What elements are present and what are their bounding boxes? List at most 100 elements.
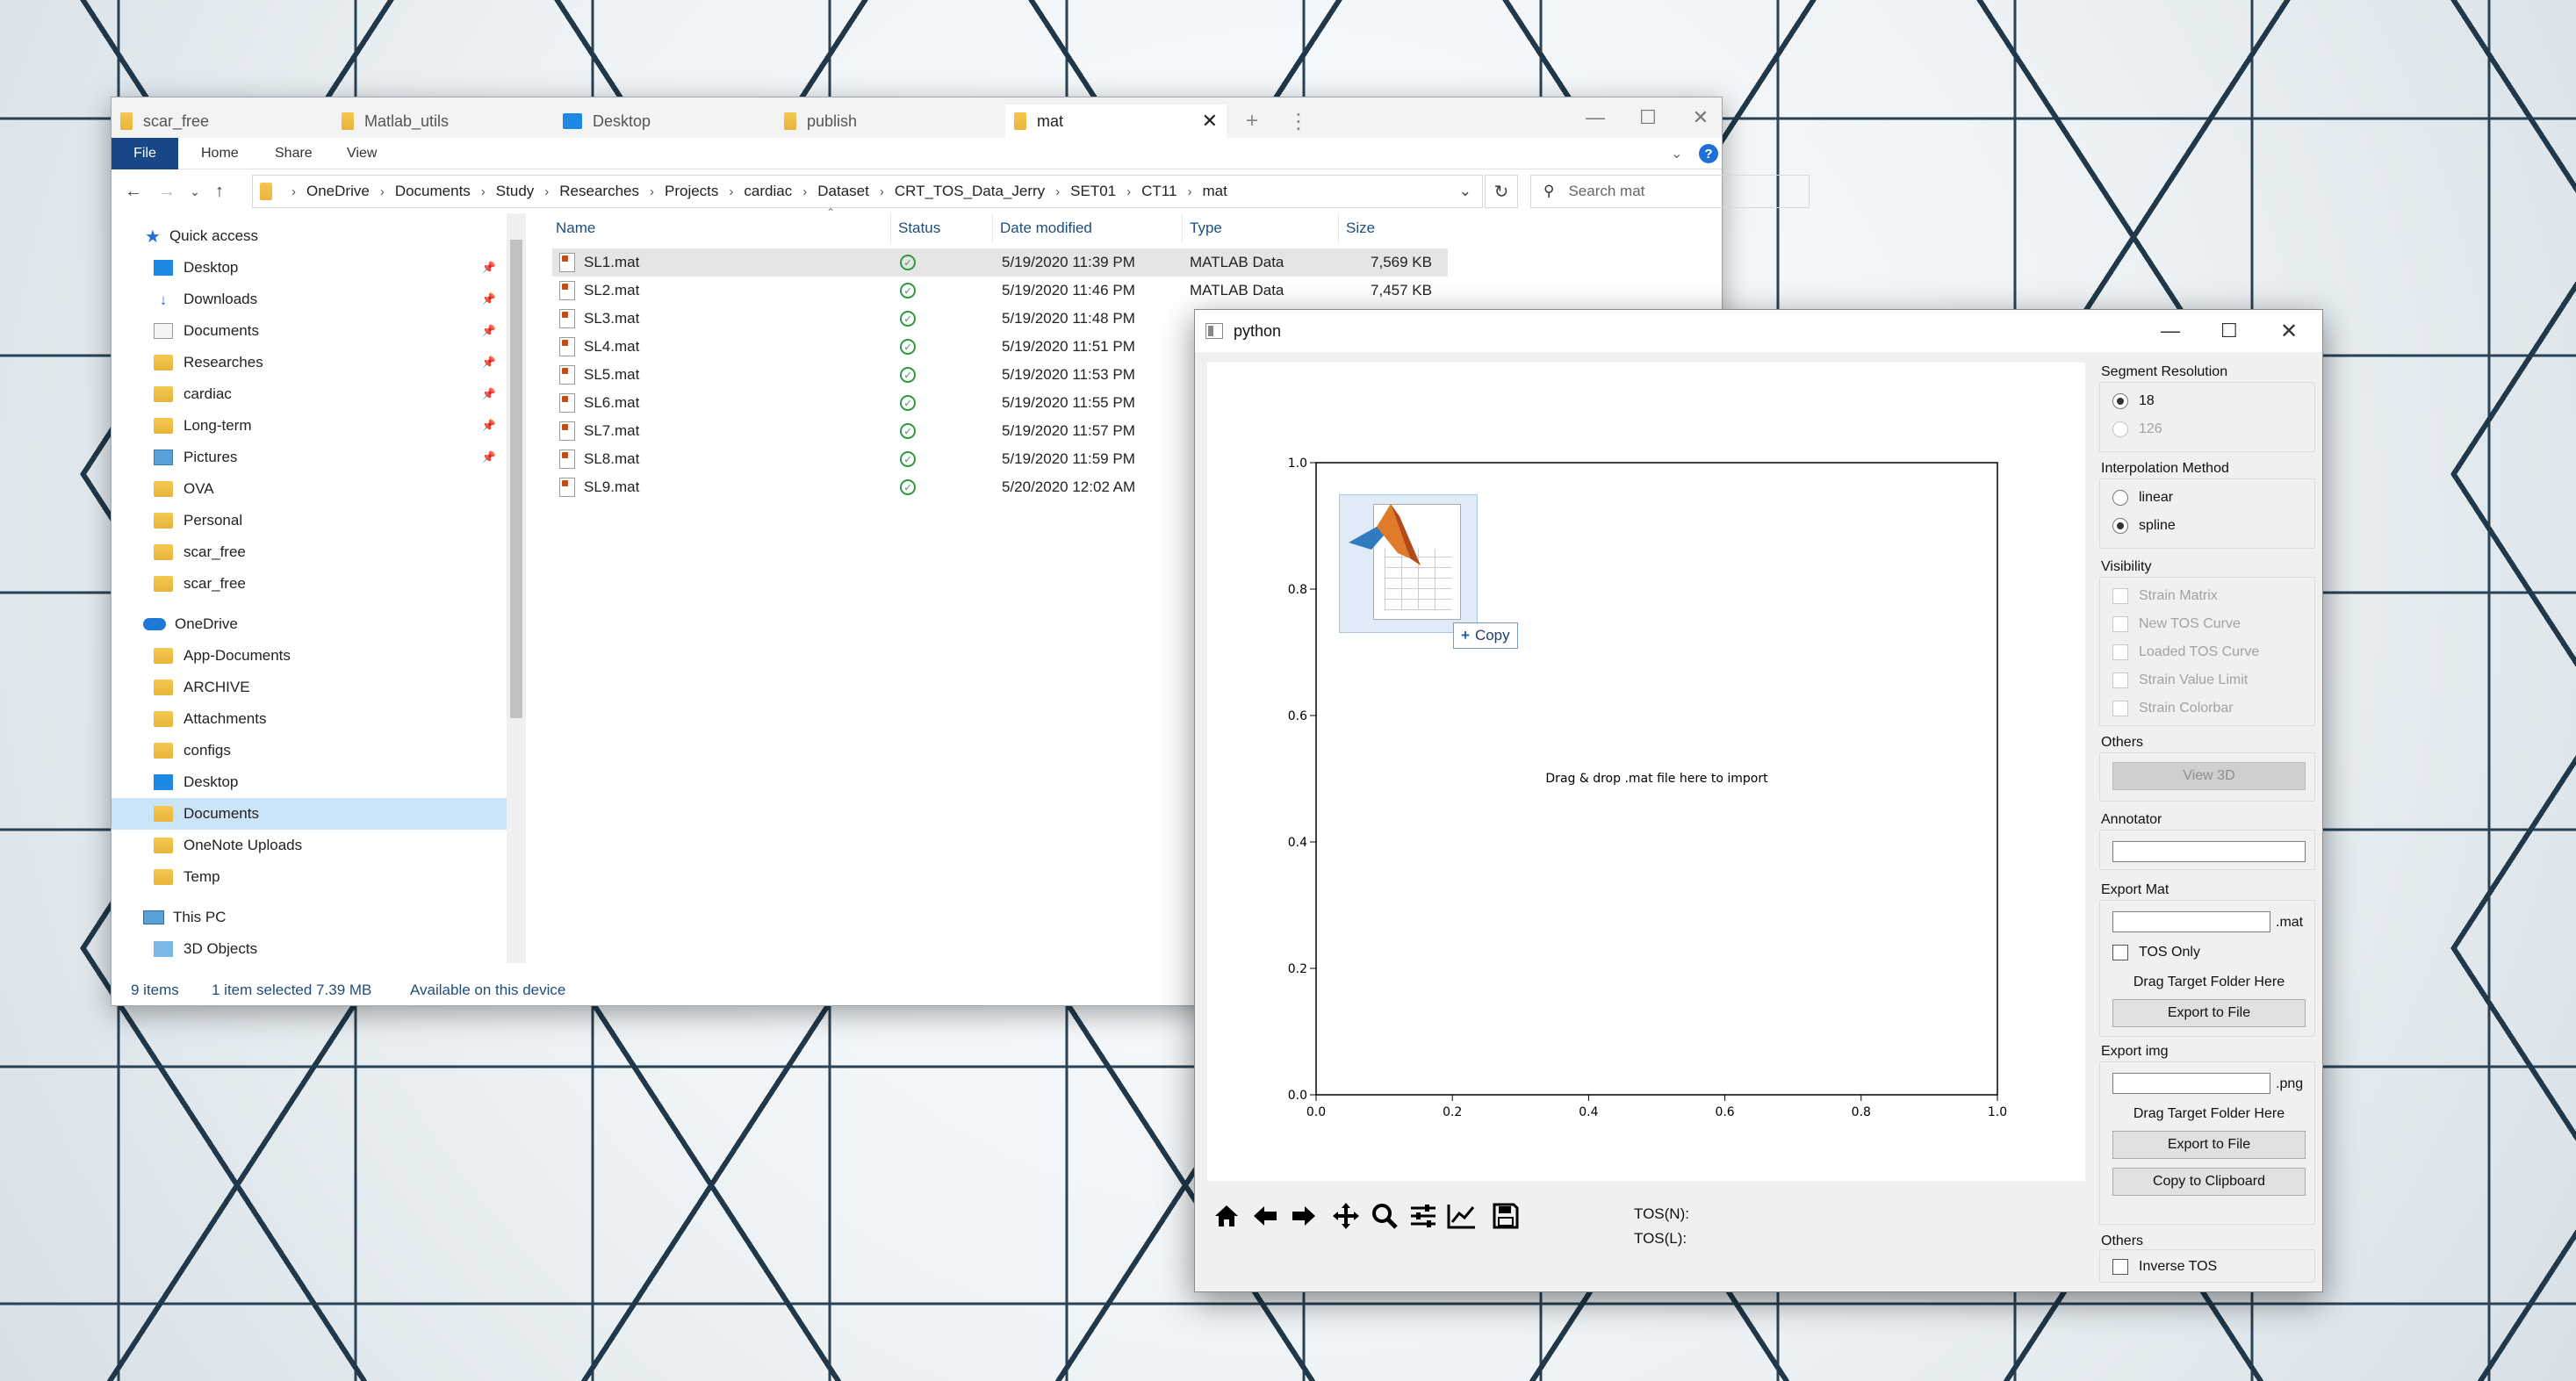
nav-temp[interactable]: Temp <box>112 861 507 893</box>
home-icon[interactable] <box>1207 1197 1246 1235</box>
breadcrumb-item[interactable]: Projects <box>665 183 718 200</box>
minimize-button[interactable]: — <box>2161 320 2180 342</box>
export-img-button[interactable]: Export to File <box>2112 1131 2306 1159</box>
spline-radio[interactable]: spline <box>2112 518 2176 534</box>
nav-documents[interactable]: Documents 📌 <box>112 315 507 347</box>
radio-button[interactable] <box>2112 421 2128 437</box>
minimize-button[interactable]: — <box>1569 101 1622 134</box>
recent-locations-icon[interactable]: ⌄ <box>182 178 208 205</box>
nav-cardiac[interactable]: cardiac 📌 <box>112 378 507 410</box>
breadcrumb-item[interactable]: mat <box>1202 183 1227 200</box>
radio-button[interactable] <box>2112 393 2128 409</box>
nav-onedrive-desktop[interactable]: Desktop <box>112 766 507 798</box>
zoom-icon[interactable] <box>1365 1197 1404 1235</box>
export-mat-filename-input[interactable] <box>2112 911 2270 932</box>
checkbox[interactable] <box>2112 673 2128 688</box>
help-icon[interactable]: ? <box>1699 138 1718 169</box>
new-tos-curve-checkbox[interactable]: New TOS Curve <box>2112 616 2241 632</box>
column-date[interactable]: Date modified <box>993 213 1183 243</box>
back-arrow-icon[interactable] <box>1246 1197 1284 1235</box>
up-button[interactable]: ↑ <box>206 178 233 205</box>
back-button[interactable]: ← <box>120 178 147 205</box>
scrollbar-thumb[interactable] <box>510 240 522 718</box>
breadcrumb-item[interactable]: OneDrive <box>306 183 370 200</box>
file-row[interactable]: SL2.mat ✓ 5/19/2020 11:46 PM MATLAB Data… <box>552 277 1448 305</box>
nav-onedrive[interactable]: OneDrive <box>112 608 507 640</box>
breadcrumb-item[interactable]: Documents <box>395 183 471 200</box>
nav-pictures[interactable]: Pictures 📌 <box>112 442 507 473</box>
ribbon-view-tab[interactable]: View <box>347 138 377 169</box>
configure-subplots-icon[interactable] <box>1404 1197 1443 1235</box>
column-name[interactable]: Name <box>549 213 891 243</box>
expand-ribbon-icon[interactable]: ⌄ <box>1671 138 1682 169</box>
tos-only-checkbox[interactable]: TOS Only <box>2112 945 2200 960</box>
linear-radio[interactable]: linear <box>2112 490 2173 506</box>
tab-scar-free[interactable]: scar_free <box>112 104 333 138</box>
column-status[interactable]: Status <box>891 213 993 243</box>
breadcrumb-item[interactable]: CRT_TOS_Data_Jerry <box>895 183 1045 200</box>
close-tab-icon[interactable]: ✕ <box>1202 110 1218 133</box>
checkbox[interactable] <box>2112 945 2128 960</box>
maximize-button[interactable]: ☐ <box>1622 101 1674 134</box>
ribbon-home-tab[interactable]: Home <box>201 138 239 169</box>
nav-researches[interactable]: Researches 📌 <box>112 347 507 378</box>
edit-axis-icon[interactable] <box>1443 1197 1481 1235</box>
annotator-input[interactable] <box>2112 841 2306 862</box>
strain-value-limit-checkbox[interactable]: Strain Value Limit <box>2112 673 2248 688</box>
save-figure-icon[interactable] <box>1486 1197 1525 1235</box>
breadcrumb-item[interactable]: SET01 <box>1070 183 1116 200</box>
resolution-126-radio[interactable]: 126 <box>2112 421 2162 437</box>
nav-configs[interactable]: configs <box>112 735 507 766</box>
nav-ova[interactable]: OVA <box>112 473 507 505</box>
checkbox[interactable] <box>2112 588 2128 604</box>
nav-scar-free-2[interactable]: scar_free <box>112 568 507 600</box>
address-bar[interactable]: › OneDrive › Documents › Study › Researches … <box>252 175 1483 208</box>
nav-personal[interactable]: Personal <box>112 505 507 536</box>
breadcrumb-item[interactable]: Study <box>496 183 534 200</box>
copy-to-clipboard-button[interactable]: Copy to Clipboard <box>2112 1168 2306 1196</box>
column-size[interactable]: Size <box>1339 213 1444 243</box>
nav-scar-free[interactable]: scar_free <box>112 536 507 568</box>
ribbon-share-tab[interactable]: Share <box>275 138 313 169</box>
nav-long-term[interactable]: Long-term 📌 <box>112 410 507 442</box>
nav-desktop[interactable]: Desktop 📌 <box>112 252 507 284</box>
resolution-18-radio[interactable]: 18 <box>2112 393 2155 409</box>
nav-this-pc[interactable]: This PC <box>112 902 507 933</box>
plot-canvas[interactable]: 0.0 0.2 0.4 0.6 0.8 1.0 0.0 0.2 0.4 0.6 0.8 1.0 Dr… <box>1207 363 2085 1181</box>
tab-publish[interactable]: publish <box>775 104 997 138</box>
maximize-button[interactable]: ☐ <box>2220 320 2238 342</box>
breadcrumb-item[interactable]: Researches <box>559 183 639 200</box>
nav-downloads[interactable]: ↓ Downloads 📌 <box>112 284 507 315</box>
breadcrumb-item[interactable]: CT11 <box>1141 183 1176 200</box>
strain-matrix-checkbox[interactable]: Strain Matrix <box>2112 588 2218 604</box>
pan-icon[interactable] <box>1327 1197 1365 1235</box>
tab-desktop[interactable]: Desktop <box>554 104 775 138</box>
nav-onedrive-documents[interactable]: Documents <box>112 798 507 830</box>
checkbox[interactable] <box>2112 616 2128 632</box>
checkbox[interactable] <box>2112 644 2128 660</box>
loaded-tos-curve-checkbox[interactable]: Loaded TOS Curve <box>2112 644 2259 660</box>
close-button[interactable]: ✕ <box>2280 319 2298 344</box>
checkbox[interactable] <box>2112 1259 2128 1275</box>
nav-attachments[interactable]: Attachments <box>112 703 507 735</box>
forward-button[interactable]: → <box>154 178 180 205</box>
radio-button[interactable] <box>2112 518 2128 534</box>
nav-3d-objects[interactable]: 3D Objects <box>112 933 507 963</box>
tab-menu-button[interactable]: ⋮ <box>1279 104 1314 138</box>
nav-app-documents[interactable]: App-Documents <box>112 640 507 672</box>
nav-quick-access[interactable]: ★ Quick access <box>112 220 507 252</box>
refresh-button[interactable]: ↻ <box>1485 175 1518 208</box>
export-mat-button[interactable]: Export to File <box>2112 999 2306 1027</box>
search-box[interactable]: ⚲ Search mat <box>1530 175 1810 208</box>
nav-archive[interactable]: ARCHIVE <box>112 672 507 703</box>
export-img-drop-target[interactable]: Drag Target Folder Here <box>2112 1106 2306 1122</box>
tab-mat[interactable]: mat ✕ <box>1005 104 1227 138</box>
export-img-filename-input[interactable] <box>2112 1073 2270 1094</box>
column-type[interactable]: Type <box>1183 213 1339 243</box>
nav-scrollbar[interactable] <box>507 213 526 963</box>
breadcrumb-item[interactable]: cardiac <box>744 183 792 200</box>
file-row[interactable]: SL1.mat ✓ 5/19/2020 11:39 PM MATLAB Data… <box>552 248 1448 277</box>
checkbox[interactable] <box>2112 701 2128 716</box>
tab-matlab-utils[interactable]: Matlab_utils <box>333 104 554 138</box>
nav-onenote-uploads[interactable]: OneNote Uploads <box>112 830 507 861</box>
